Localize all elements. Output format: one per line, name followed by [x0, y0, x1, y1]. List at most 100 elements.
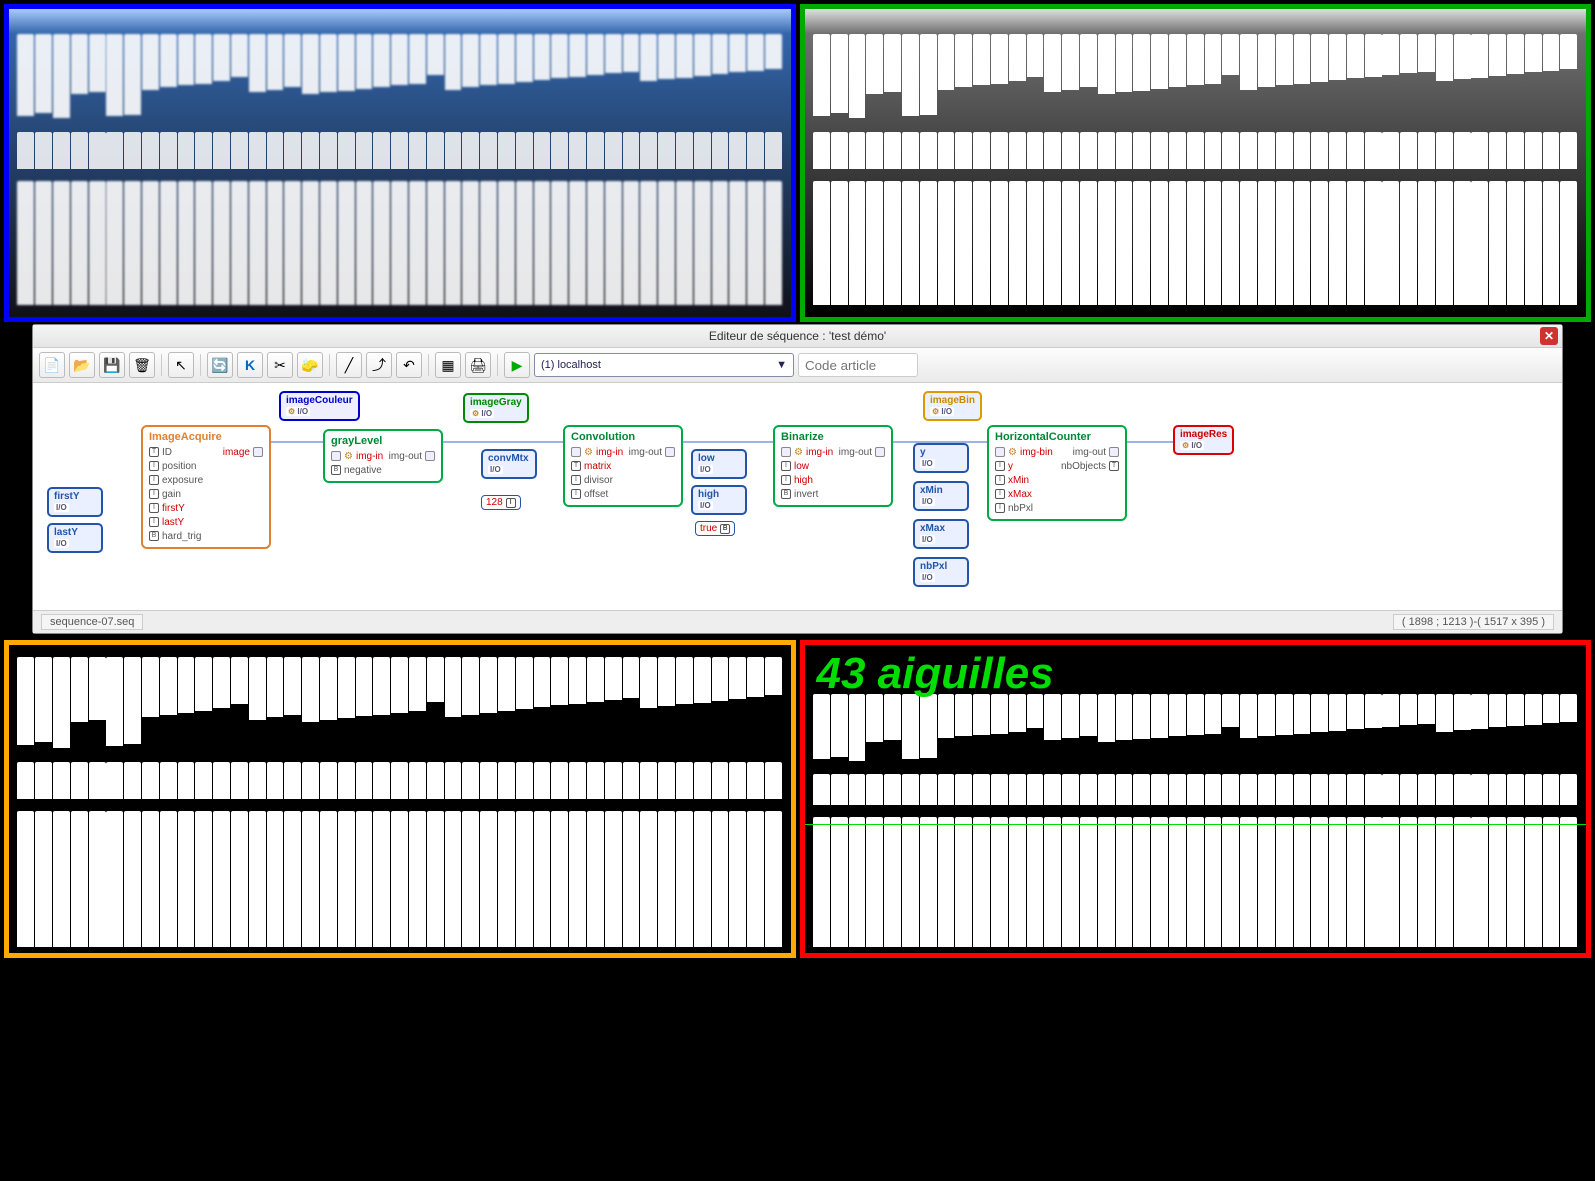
io-badge: I/O [54, 503, 69, 512]
panel-image-res: 43 aiguilles [800, 640, 1592, 958]
param-label: invert [794, 489, 818, 500]
node-horizontal-counter[interactable]: HorizontalCounter ⚙img-binimg-out IynbOb… [987, 425, 1127, 521]
node-image-gray[interactable]: imageGray ⚙ I/O [463, 393, 529, 423]
param-label: gain [162, 489, 181, 500]
k-button[interactable]: K [237, 352, 263, 378]
node-xmax[interactable]: xMaxI/O [913, 519, 969, 549]
input-label: img-in [806, 447, 833, 458]
panel-image-couleur [4, 4, 796, 322]
erase-button[interactable]: 🧽 [297, 352, 323, 378]
node-gray-level[interactable]: grayLevel ⚙img-inimg-out Bnegative [323, 429, 443, 483]
status-filename: sequence-07.seq [41, 614, 143, 630]
io-badge: ⚙ I/O [930, 407, 954, 416]
code-article-input[interactable] [798, 353, 918, 377]
needles-bin-image [9, 645, 791, 953]
param-label: ID [162, 447, 172, 458]
separator [200, 354, 201, 376]
value-label: 128 [486, 497, 503, 508]
save-button[interactable]: 💾 [99, 352, 125, 378]
param-label: xMax [1008, 489, 1032, 500]
param-label: divisor [584, 475, 613, 486]
undo-button[interactable]: ↶ [396, 352, 422, 378]
io-badge: ⚙ I/O [470, 409, 494, 418]
break-tool[interactable]: ⤴ [366, 352, 392, 378]
run-button[interactable]: ▶ [504, 352, 530, 378]
value-true[interactable]: trueB [695, 521, 735, 536]
output-label: image [223, 447, 250, 458]
node-title: grayLevel [331, 435, 382, 447]
cut-button[interactable]: ✂ [267, 352, 293, 378]
window-title-bar[interactable]: Editeur de séquence : 'test démo' ✕ [33, 325, 1562, 348]
wire [1127, 441, 1173, 443]
delete-button[interactable]: 🗑 [129, 352, 155, 378]
new-button[interactable]: 📄 [39, 352, 65, 378]
param-label: nbPxl [1008, 503, 1033, 514]
separator [161, 354, 162, 376]
node-image-res[interactable]: imageRes ⚙ I/O [1173, 425, 1234, 455]
param-label: negative [344, 465, 382, 476]
node-title: Binarize [781, 431, 824, 443]
line-tool[interactable]: ╱ [336, 352, 362, 378]
node-title: y [920, 447, 962, 458]
node-title: imageRes [1180, 429, 1227, 440]
refresh-button[interactable]: 🔄 [207, 352, 233, 378]
status-coords: ( 1898 ; 1213 )-( 1517 x 395 ) [1393, 614, 1554, 630]
node-xmin[interactable]: xMinI/O [913, 481, 969, 511]
node-title: xMax [920, 523, 962, 534]
node-high[interactable]: highI/O [691, 485, 747, 515]
node-lastY[interactable]: lastY I/O [47, 523, 103, 553]
pointer-tool[interactable]: ↖ [168, 352, 194, 378]
result-count-text: 43 aiguilles [817, 649, 1054, 699]
node-title: imageCouleur [286, 395, 353, 406]
node-image-acquire[interactable]: ImageAcquire TIDimage Iposition Iexposur… [141, 425, 271, 549]
close-button[interactable]: ✕ [1540, 327, 1558, 345]
param-label: high [794, 475, 813, 486]
separator [329, 354, 330, 376]
separator [497, 354, 498, 376]
host-selected: (1) localhost [541, 359, 601, 371]
param-label: lastY [162, 517, 184, 528]
param-label: firstY [162, 503, 185, 514]
print-button[interactable]: 🖨 [465, 352, 491, 378]
needles-color-image [9, 9, 791, 317]
param-label: y [1008, 461, 1013, 472]
node-nbpxl[interactable]: nbPxlI/O [913, 557, 969, 587]
param-label: matrix [584, 461, 611, 472]
node-low[interactable]: lowI/O [691, 449, 747, 479]
output-label: img-out [839, 447, 872, 458]
status-bar: sequence-07.seq ( 1898 ; 1213 )-( 1517 x… [33, 610, 1562, 633]
grid-button[interactable]: ▦ [435, 352, 461, 378]
io-badge: ⚙ I/O [286, 407, 310, 416]
node-image-couleur[interactable]: imageCouleur ⚙ I/O [279, 391, 360, 421]
node-canvas[interactable]: firstY I/O lastY I/O ImageAcquire TIDima… [33, 383, 1562, 610]
node-title: Convolution [571, 431, 635, 443]
io-badge: I/O [920, 535, 935, 544]
input-label: img-in [356, 451, 383, 462]
node-title: nbPxl [920, 561, 962, 572]
param-label: hard_trig [162, 531, 201, 542]
sequence-editor-window: Editeur de séquence : 'test démo' ✕ 📄 📂 … [32, 324, 1563, 634]
io-badge: ⚙ I/O [1180, 441, 1204, 450]
node-convolution[interactable]: Convolution ⚙img-inimg-out Tmatrix Idivi… [563, 425, 683, 507]
open-button[interactable]: 📂 [69, 352, 95, 378]
param-label: low [794, 461, 809, 472]
node-binarize[interactable]: Binarize ⚙img-inimg-out Ilow Ihigh Binve… [773, 425, 893, 507]
node-firstY[interactable]: firstY I/O [47, 487, 103, 517]
wire [893, 441, 987, 443]
node-title: lastY [54, 527, 96, 538]
wire [443, 441, 563, 443]
node-y[interactable]: yI/O [913, 443, 969, 473]
output-label: img-out [629, 447, 662, 458]
wire [683, 441, 773, 443]
input-label: img-bin [1020, 447, 1053, 458]
chevron-down-icon: ▼ [776, 359, 787, 371]
output-label: nbObjects [1061, 461, 1106, 472]
value-128[interactable]: 128I [481, 495, 521, 510]
node-image-bin[interactable]: imageBin ⚙ I/O [923, 391, 982, 421]
needles-gray-image [805, 9, 1587, 317]
node-title: ImageAcquire [149, 431, 222, 443]
host-select[interactable]: (1) localhost ▼ [534, 353, 794, 377]
node-conv-mtx[interactable]: convMtx I/O [481, 449, 537, 479]
node-title: firstY [54, 491, 96, 502]
io-badge: I/O [698, 501, 713, 510]
